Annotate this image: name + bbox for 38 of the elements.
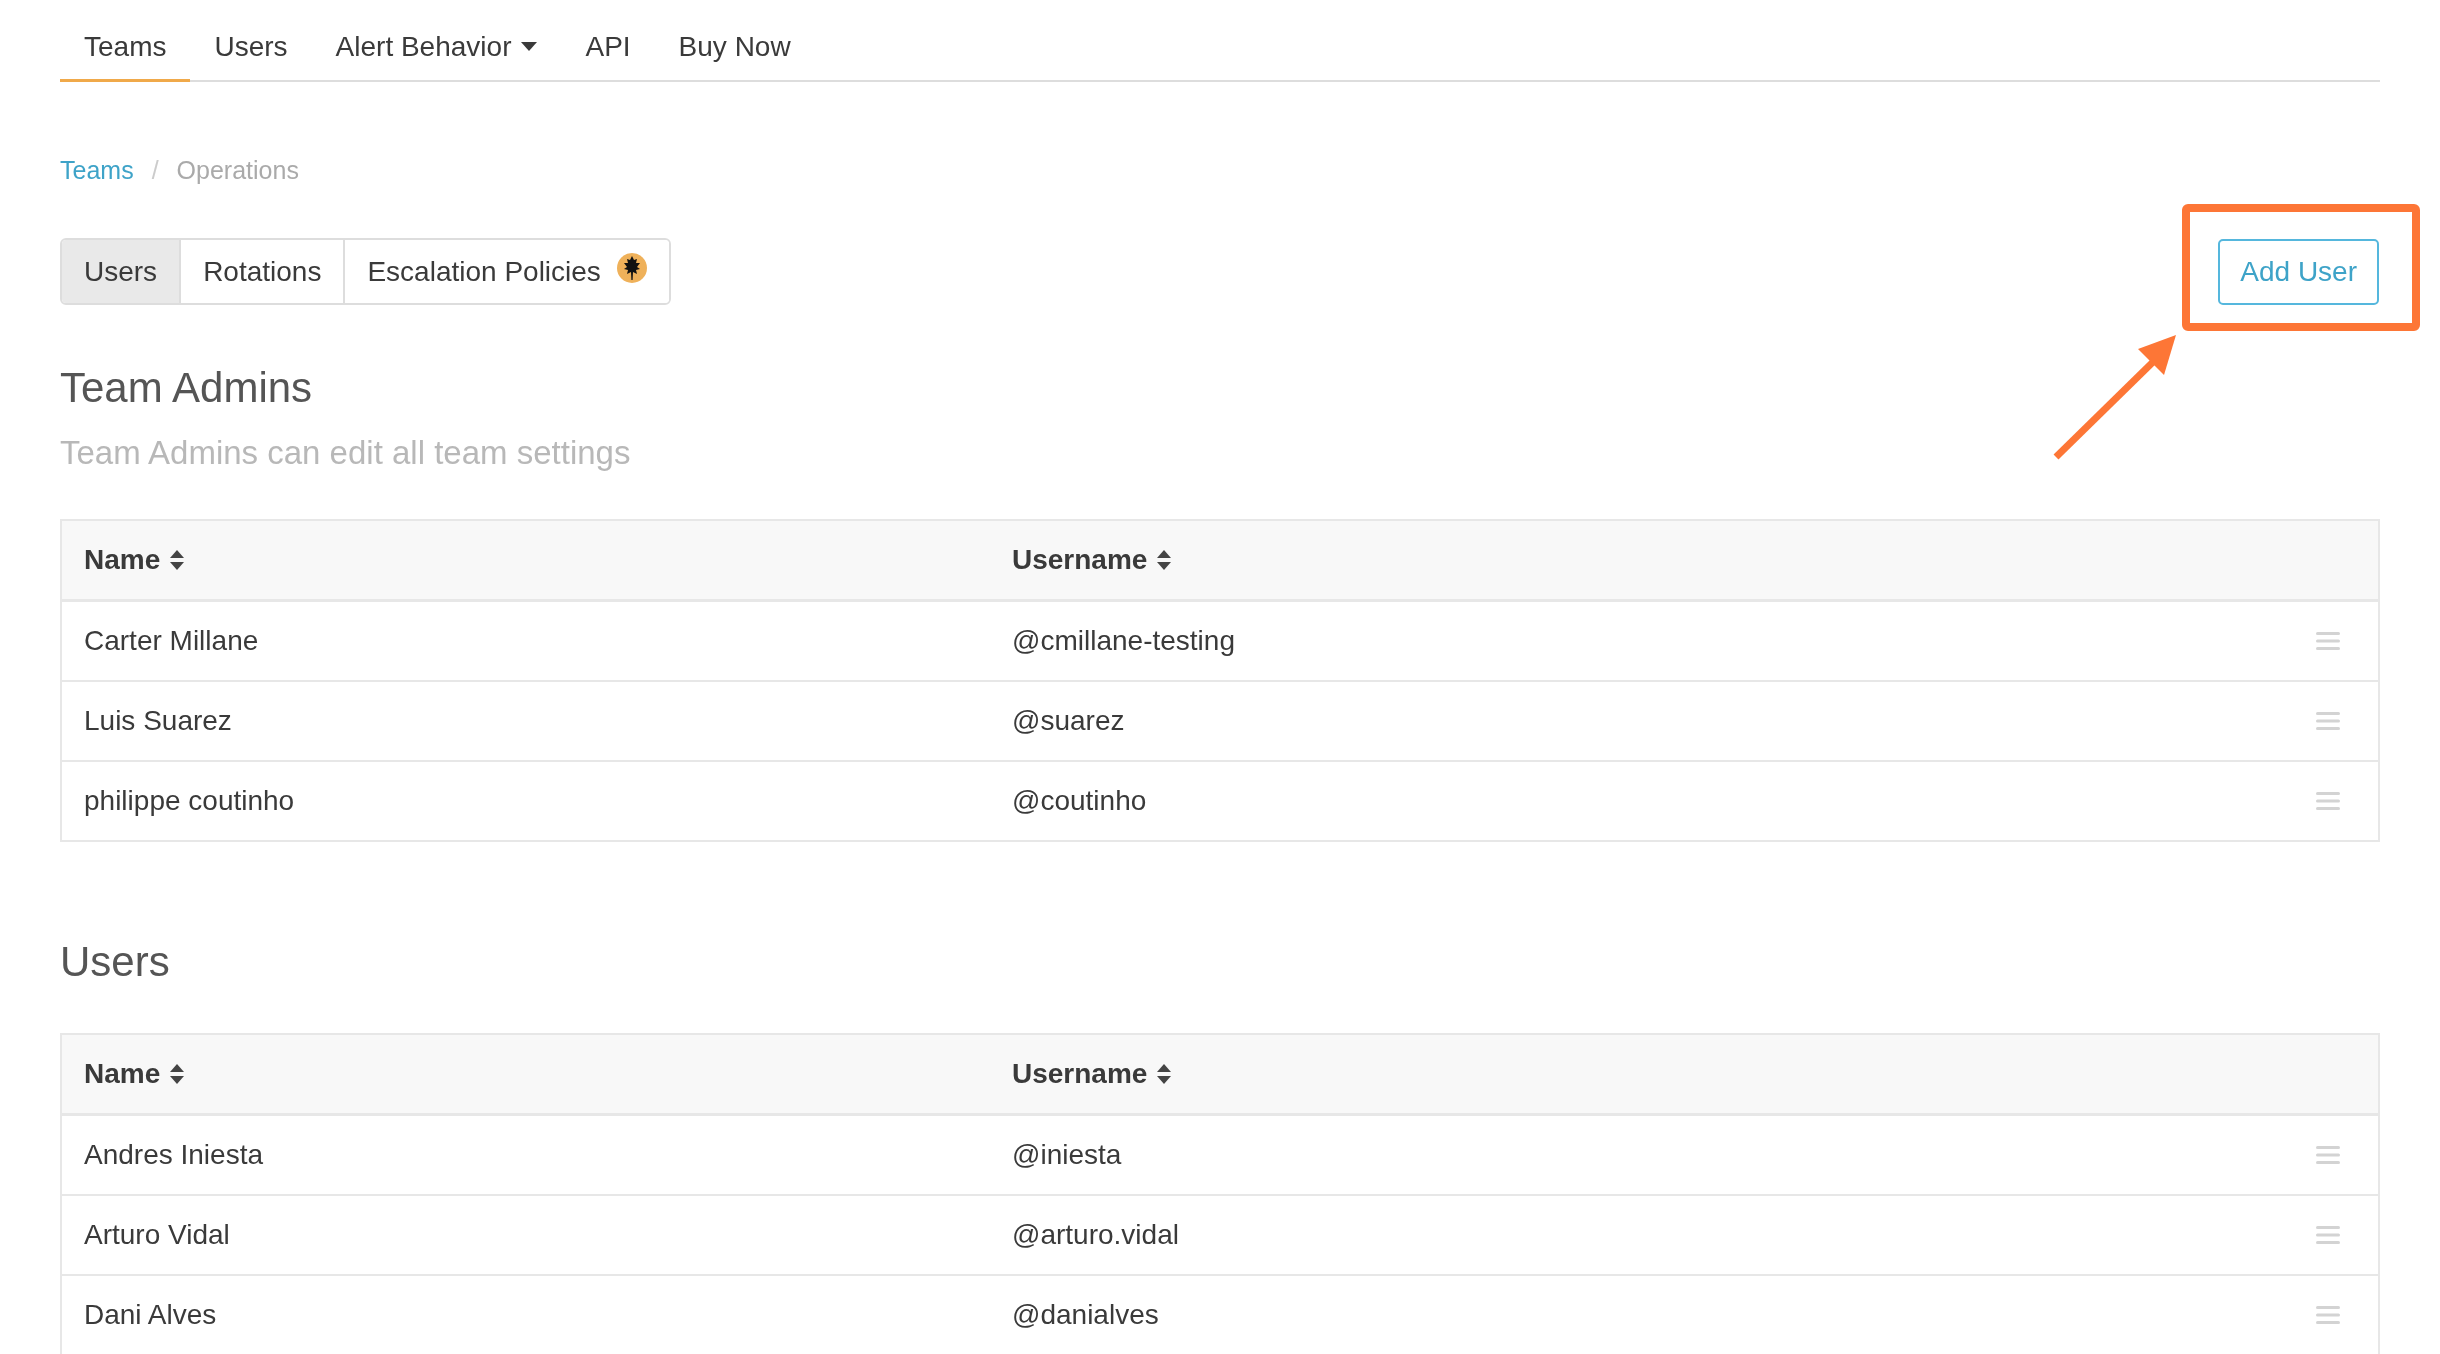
section-heading: Team Admins <box>60 363 314 413</box>
name-cell: Dani Alves <box>84 1299 217 1330</box>
column-header[interactable]: Name <box>84 1058 1012 1090</box>
name-cell: Carter Millane <box>84 625 259 656</box>
tab[interactable]: Users <box>62 240 180 303</box>
column-header[interactable]: Username <box>1012 1058 2278 1090</box>
name-cell: Arturo Vidal <box>84 1219 230 1250</box>
menu-icon[interactable] <box>2315 631 2341 651</box>
column-header[interactable]: Username <box>1012 544 2278 576</box>
nav-link[interactable]: API <box>561 0 655 82</box>
tab[interactable]: Escalation Policies <box>343 240 669 303</box>
sort-icon <box>170 1064 185 1084</box>
section-heading: Users <box>60 937 171 987</box>
username-cell: @arturo.vidal <box>1012 1219 1179 1250</box>
sort-icon <box>1157 550 1172 570</box>
nav-link[interactable]: Teams <box>60 0 191 82</box>
nav-link[interactable]: Users <box>190 0 312 82</box>
name-cell: Andres Iniesta <box>84 1139 263 1170</box>
username-cell: @coutinho <box>1012 785 1147 816</box>
sort-icon <box>170 550 185 570</box>
nav-link[interactable]: Alert Behavior <box>311 0 562 82</box>
sort-icon <box>1157 1064 1172 1084</box>
breadcrumb-separator: / <box>151 155 159 186</box>
username-cell: @danialves <box>1012 1299 1159 1330</box>
menu-icon[interactable] <box>2315 791 2341 811</box>
name-cell: philippe coutinho <box>84 785 295 816</box>
username-cell: @cmillane-testing <box>1012 625 1235 656</box>
name-cell: Luis Suarez <box>84 705 232 736</box>
menu-icon[interactable] <box>2315 1225 2341 1245</box>
username-cell: @suarez <box>1012 705 1125 736</box>
menu-icon[interactable] <box>2315 1145 2341 1165</box>
section-description: Team Admins can edit all team settings <box>60 433 632 473</box>
nav-link[interactable]: Buy Now <box>654 0 815 82</box>
breadcrumb-current: Operations <box>176 155 299 186</box>
column-header[interactable]: Name <box>84 544 1012 576</box>
menu-icon[interactable] <box>2315 711 2341 731</box>
username-cell: @iniesta <box>1012 1139 1122 1170</box>
menu-icon[interactable] <box>2315 1305 2341 1325</box>
